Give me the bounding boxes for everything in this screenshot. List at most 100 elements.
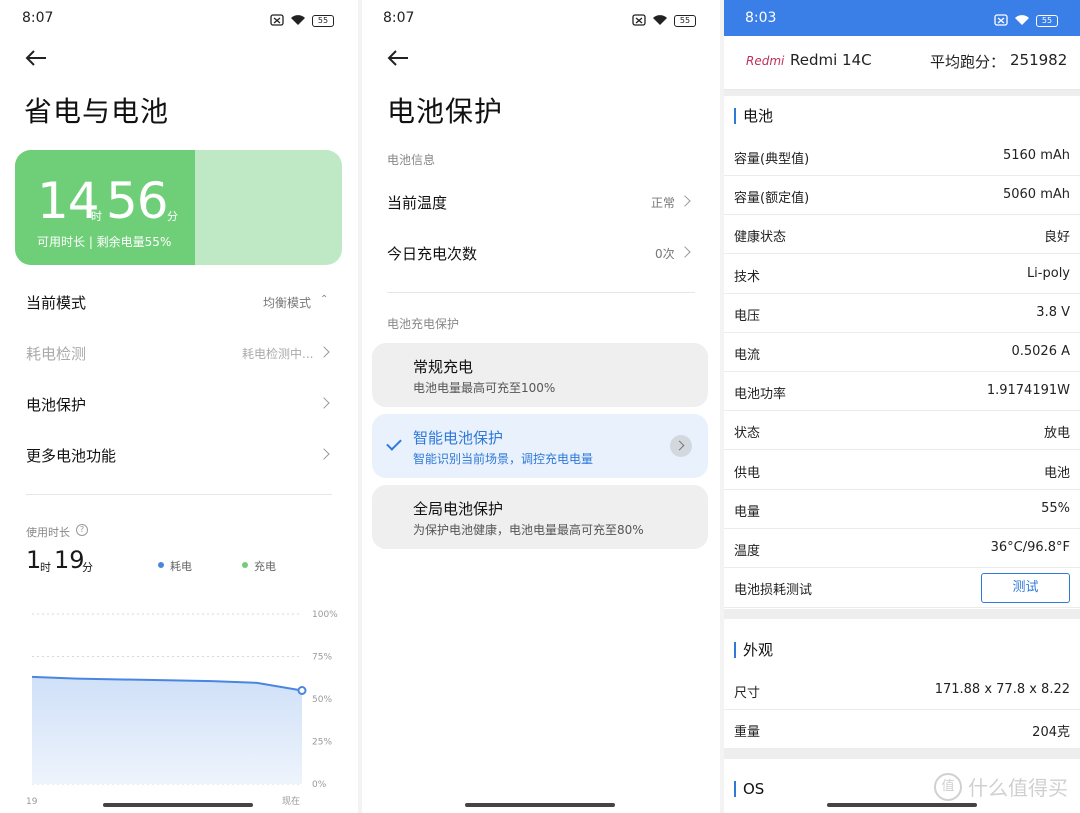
- legend-drain-label: 耗电: [170, 560, 192, 573]
- no-sim-icon: [994, 11, 1008, 30]
- kv-value: 171.88 x 77.8 x 8.22: [934, 682, 1070, 697]
- chevron-right-icon: [318, 448, 330, 460]
- kv-value: 1.9174191W: [986, 383, 1070, 399]
- kv-row: 供电 电池: [724, 451, 1080, 490]
- watermark-text: 什么值得买: [968, 776, 1068, 800]
- row-label: 当前模式: [26, 294, 87, 312]
- row-label: 当前温度: [387, 194, 448, 212]
- status-time: 8:07: [22, 10, 54, 26]
- battery-section-title: 电池: [734, 108, 773, 124]
- kv-value: 204克: [1032, 725, 1070, 740]
- battery-icon: 55: [312, 14, 334, 27]
- home-indicator: [103, 803, 253, 807]
- kv-key: 容量(典型值): [734, 152, 810, 167]
- section-gap: [724, 609, 1080, 619]
- option-smart-protection[interactable]: 智能电池保护 智能识别当前场景，调控充电电量: [372, 414, 708, 478]
- status-bar: 8:03 55: [724, 0, 1080, 36]
- os-section-title: OS: [734, 781, 764, 797]
- legend-drain-dot: [158, 562, 164, 568]
- chevron-right-circle-icon[interactable]: [670, 435, 692, 457]
- usage-hours: 1: [26, 546, 42, 574]
- kv-row: 电流 0.5026 A: [724, 333, 1080, 372]
- no-sim-icon: [270, 11, 284, 30]
- kv-value: 电池: [1043, 465, 1070, 481]
- device-model: Redmi 14C: [790, 51, 872, 69]
- test-button[interactable]: 测试: [981, 573, 1070, 603]
- home-indicator: [827, 803, 977, 807]
- section-gap: [724, 90, 1080, 96]
- kv-key: 电流: [734, 348, 761, 363]
- usage-minutes-unit: 分: [82, 561, 93, 574]
- kv-key: 容量(额定值): [734, 191, 810, 207]
- kv-row: 尺寸 171.88 x 77.8 x 8.22: [724, 671, 1080, 710]
- kv-value: 0.5026 A: [1011, 344, 1070, 359]
- x-tick-label: 现在: [282, 795, 300, 807]
- option-global-protection[interactable]: 全局电池保护 为保护电池健康，电池电量最高可充至80%: [372, 485, 708, 549]
- kv-row: 状态 放电: [724, 411, 1080, 451]
- device-header: Redmi Redmi 14C 平均跑分： 251982: [724, 36, 1080, 90]
- remaining-subtitle: 可用时长 | 剩余电量55%: [37, 235, 172, 249]
- divider: [387, 292, 695, 293]
- option-subtitle: 电池电量最高可充至100%: [413, 381, 556, 395]
- y-tick-label: 25%: [312, 738, 332, 748]
- remaining-minutes: 56: [106, 172, 169, 230]
- loss-test-label: 电池损耗测试: [734, 583, 813, 598]
- chevron-right-icon: [679, 195, 691, 207]
- minutes-unit: 分: [167, 210, 178, 223]
- help-icon[interactable]: ?: [76, 524, 88, 536]
- watermark-logo: 值: [934, 772, 962, 801]
- option-subtitle: 为保护电池健康，电池电量最高可充至80%: [413, 523, 644, 537]
- y-tick-label: 50%: [312, 695, 332, 705]
- kv-key: 供电: [734, 465, 761, 481]
- option-title: 智能电池保护: [413, 429, 504, 447]
- kv-key: 状态: [734, 426, 761, 442]
- kv-value: 5160 mAh: [1002, 148, 1070, 163]
- kv-key: 电池功率: [734, 387, 787, 403]
- drain-area: [32, 676, 302, 784]
- appearance-section-title: 外观: [734, 642, 773, 658]
- score-label: 平均跑分：: [930, 53, 1006, 71]
- kv-key: 电量: [734, 504, 761, 520]
- charge-count-value: 0次: [655, 247, 675, 261]
- kv-row: 技术 Li-poly: [724, 255, 1080, 294]
- kv-value: 5060 mAh: [1002, 187, 1070, 203]
- kv-key: 技术: [734, 269, 761, 285]
- device-info-screen: 8:03 55 Redmi Redmi 14C 平均跑分： 251982 电池 …: [724, 0, 1080, 813]
- kv-row: 容量(额定值) 5060 mAh: [724, 176, 1080, 216]
- kv-row: 健康状态 良好: [724, 215, 1080, 255]
- score-value: 251982: [1010, 51, 1068, 69]
- back-arrow-icon[interactable]: [386, 48, 410, 72]
- back-arrow-icon[interactable]: [24, 48, 48, 72]
- divider: [26, 494, 332, 495]
- row-label: 电池保护: [26, 396, 87, 414]
- status-icons: 55: [994, 11, 1058, 30]
- option-title: 全局电池保护: [413, 500, 504, 518]
- row-label: 今日充电次数: [387, 245, 478, 263]
- legend-charge-label: 充电: [254, 560, 276, 573]
- y-tick-label: 100%: [312, 610, 338, 620]
- y-tick-label: 75%: [312, 653, 332, 663]
- kv-row: 容量(典型值) 5160 mAh: [724, 137, 1080, 176]
- usage-minutes: 19: [54, 546, 85, 574]
- battery-icon: 55: [1036, 14, 1058, 27]
- usage-label: 使用时长: [26, 526, 70, 539]
- kv-key: 尺寸: [734, 686, 761, 701]
- usage-chart: 100% 75% 50% 25% 0% 19 现在: [26, 610, 338, 807]
- hours-unit: 时: [91, 210, 102, 223]
- charge-protection-header: 电池充电保护: [387, 317, 460, 331]
- wifi-icon: [652, 11, 668, 30]
- drain-check-value: 耗电检测中...: [242, 347, 314, 361]
- option-normal-charge[interactable]: 常规充电 电池电量最高可充至100%: [372, 343, 708, 407]
- chevron-right-icon: [679, 246, 691, 258]
- option-subtitle: 智能识别当前场景，调控充电电量: [413, 452, 594, 466]
- wifi-icon: [1014, 11, 1030, 30]
- kv-value: 36°C/96.8°F: [990, 540, 1070, 555]
- x-tick-label: 19: [26, 797, 38, 807]
- usage-hours-unit: 时: [40, 561, 51, 574]
- loss-test-row: 电池损耗测试 测试: [724, 568, 1080, 608]
- status-icons: 55: [632, 11, 696, 30]
- kv-value: 良好: [1043, 230, 1070, 246]
- kv-value: 55%: [1041, 500, 1070, 516]
- wifi-icon: [290, 11, 306, 30]
- y-tick-label: 0%: [312, 780, 327, 790]
